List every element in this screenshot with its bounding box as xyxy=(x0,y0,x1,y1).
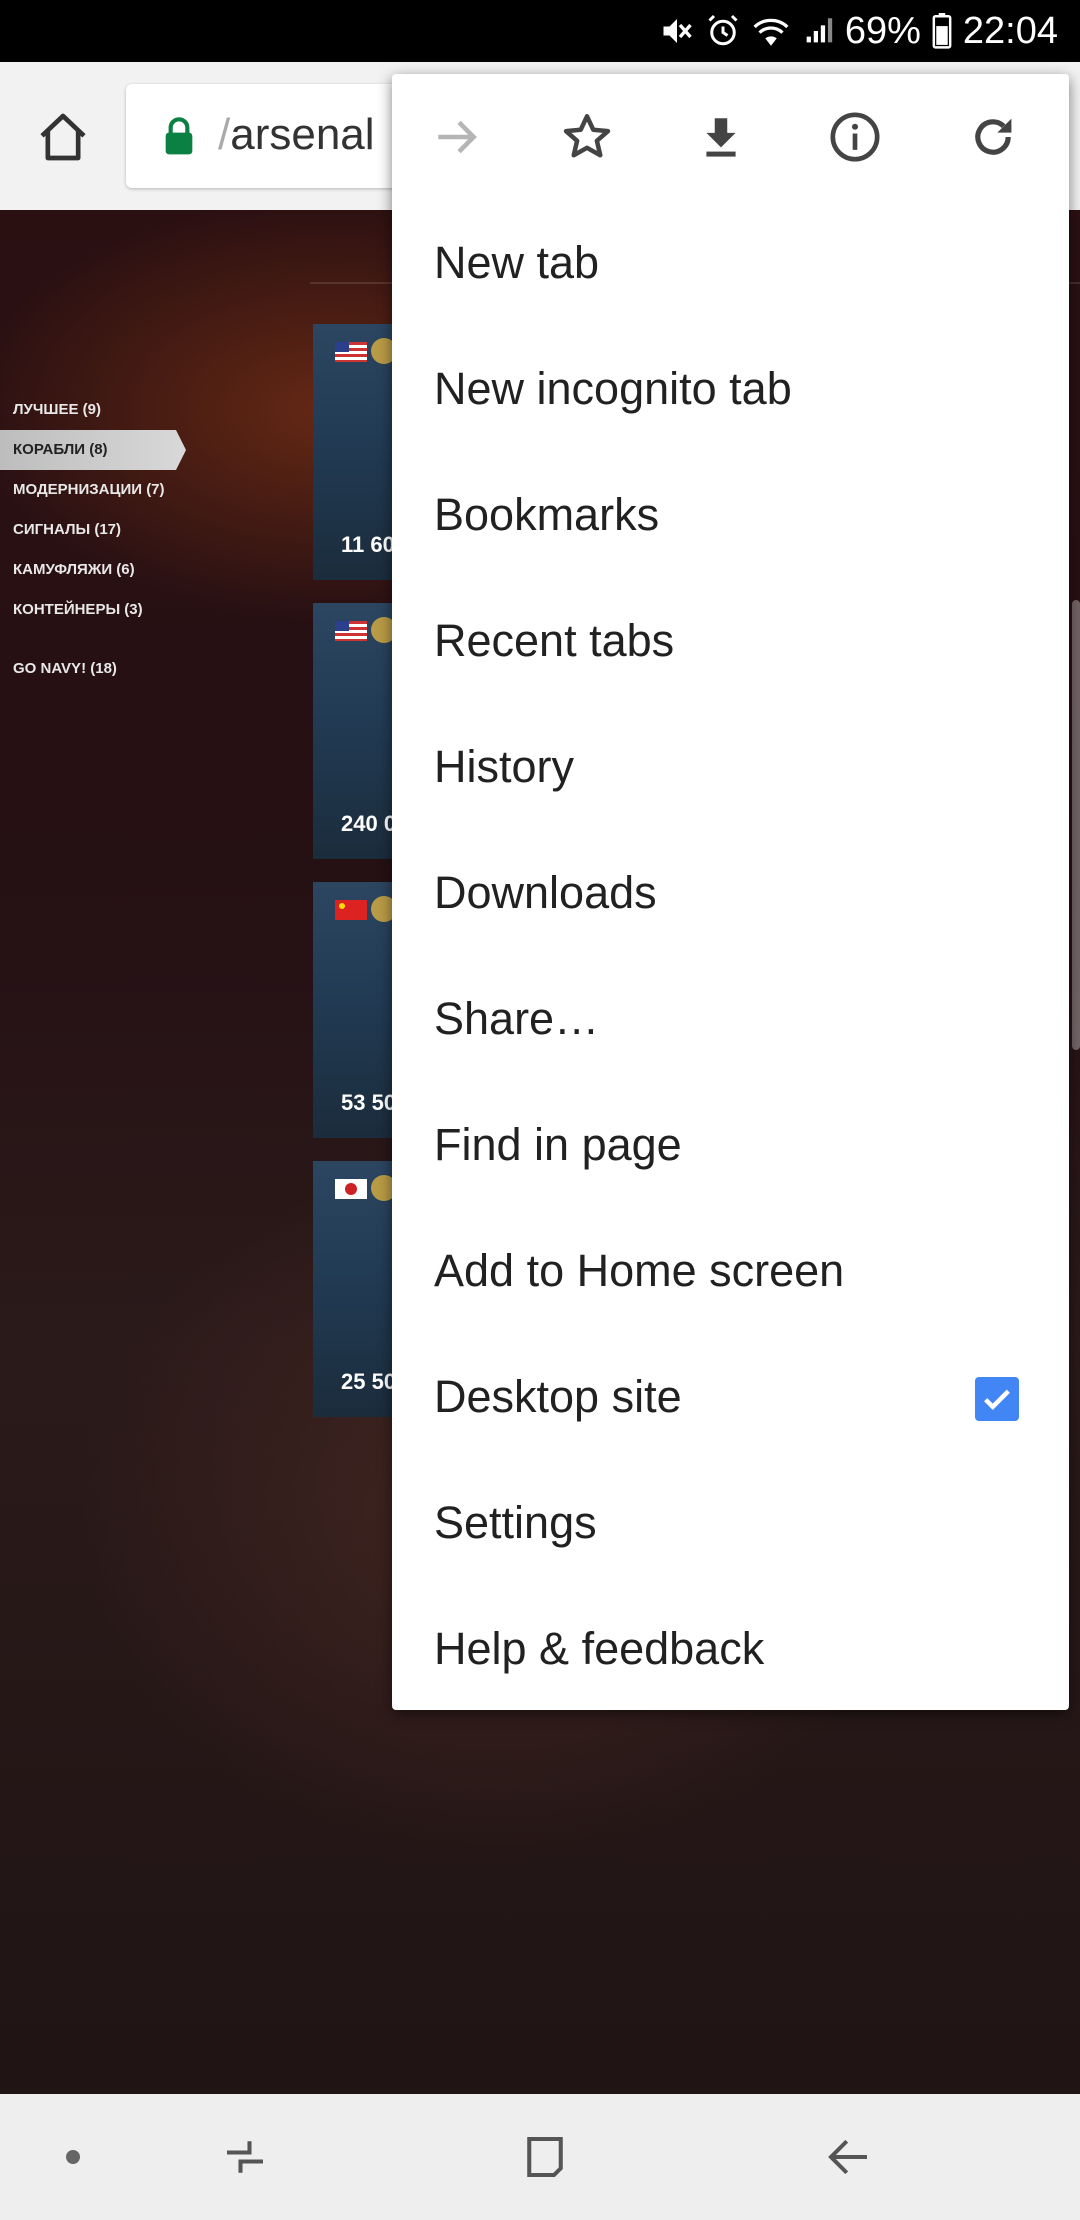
home-square-icon xyxy=(527,2136,563,2178)
forward-button[interactable] xyxy=(424,104,490,170)
menu-item-list: New tab New incognito tab Bookmarks Rece… xyxy=(392,200,1069,1712)
category-go-navy[interactable]: GO NAVY! (18) xyxy=(0,652,190,686)
checkmark-icon xyxy=(984,1389,1010,1410)
tier-emblem xyxy=(371,1175,393,1201)
forward-icon xyxy=(438,120,477,154)
menu-icon-row xyxy=(392,74,1069,200)
battery-icon xyxy=(932,13,952,49)
recent-apps-button[interactable] xyxy=(208,2120,282,2194)
menu-item-find-in-page[interactable]: Find in page xyxy=(392,1082,1069,1208)
menu-item-share[interactable]: Share… xyxy=(392,956,1069,1082)
menu-item-label: Desktop site xyxy=(434,1371,682,1422)
category-upgrades[interactable]: МОДЕРНИЗАЦИИ (7) xyxy=(0,470,190,510)
category-camouflages[interactable]: КАМУФЛЯЖИ (6) xyxy=(0,550,190,590)
alarm-icon xyxy=(708,14,738,46)
menu-item-help-feedback[interactable]: Help & feedback xyxy=(392,1586,1069,1712)
dot-icon xyxy=(66,2150,80,2164)
lock-icon xyxy=(165,117,193,155)
menu-item-downloads[interactable]: Downloads xyxy=(392,830,1069,956)
wifi-icon xyxy=(753,18,789,46)
card-price: 240 0 xyxy=(341,811,393,836)
bookmark-button[interactable] xyxy=(554,104,620,170)
us-flag-icon xyxy=(335,342,367,362)
card-price: 25 50 xyxy=(341,1369,393,1394)
status-icons: 69% 22:04 xyxy=(659,0,1058,62)
home-icon xyxy=(40,113,86,161)
tier-emblem xyxy=(371,617,393,643)
category-ships[interactable]: КОРАБЛИ (8) xyxy=(0,430,186,470)
home-button[interactable] xyxy=(28,102,98,172)
us-flag-icon xyxy=(335,621,367,641)
product-card[interactable]: 53 50 xyxy=(313,882,393,1138)
category-best[interactable]: ЛУЧШЕЕ (9) xyxy=(0,390,190,430)
menu-item-settings[interactable]: Settings xyxy=(392,1460,1069,1586)
reload-icon xyxy=(975,118,1012,155)
nav-dot-button[interactable] xyxy=(36,2120,110,2194)
home-nav-button[interactable] xyxy=(508,2120,582,2194)
menu-item-desktop-site[interactable]: Desktop site xyxy=(392,1334,1069,1460)
status-bar: 69% 22:04 xyxy=(0,0,1080,62)
info-icon xyxy=(830,112,880,162)
bookmark-star-icon xyxy=(563,114,611,158)
menu-item-new-tab[interactable]: New tab xyxy=(392,200,1069,326)
product-card[interactable]: 240 0 xyxy=(313,603,393,859)
menu-item-bookmarks[interactable]: Bookmarks xyxy=(392,452,1069,578)
reload-button[interactable] xyxy=(960,104,1026,170)
menu-item-new-incognito-tab[interactable]: New incognito tab xyxy=(392,326,1069,452)
mute-icon xyxy=(663,19,692,43)
category-signals[interactable]: СИГНАЛЫ (17) xyxy=(0,510,190,550)
tier-emblem xyxy=(371,896,393,922)
back-arrow-icon xyxy=(828,2139,867,2175)
recent-apps-icon xyxy=(227,2141,263,2173)
page-scrollbar[interactable] xyxy=(1072,600,1080,1050)
jp-flag-icon xyxy=(335,1179,367,1199)
menu-item-add-to-home-screen[interactable]: Add to Home screen xyxy=(392,1208,1069,1334)
desktop-site-checkbox[interactable] xyxy=(975,1377,1019,1421)
tier-emblem xyxy=(371,338,393,364)
cn-flag-icon xyxy=(335,900,367,920)
page-info-button[interactable] xyxy=(822,104,888,170)
browser-overflow-menu: New tab New incognito tab Bookmarks Rece… xyxy=(392,74,1069,1710)
system-nav-bar xyxy=(0,2094,1080,2220)
url-text: /arsenal xyxy=(218,110,375,159)
card-price: 11 60 xyxy=(341,532,393,557)
card-price: 53 50 xyxy=(341,1090,393,1115)
menu-item-recent-tabs[interactable]: Recent tabs xyxy=(392,578,1069,704)
clock: 22:04 xyxy=(962,9,1058,52)
category-containers[interactable]: КОНТЕЙНЕРЫ (3) xyxy=(0,590,190,630)
back-button[interactable] xyxy=(812,2120,886,2194)
download-icon xyxy=(706,118,736,157)
download-button[interactable] xyxy=(688,104,754,170)
category-list: ЛУЧШЕЕ (9) КОРАБЛИ (8) МОДЕРНИЗАЦИИ (7) … xyxy=(0,390,190,686)
product-card[interactable]: 11 60 xyxy=(313,324,393,580)
battery-percent: 69% xyxy=(844,9,921,52)
menu-item-history[interactable]: History xyxy=(392,704,1069,830)
product-card[interactable]: 25 50 xyxy=(313,1161,393,1417)
signal-icon xyxy=(806,18,833,43)
